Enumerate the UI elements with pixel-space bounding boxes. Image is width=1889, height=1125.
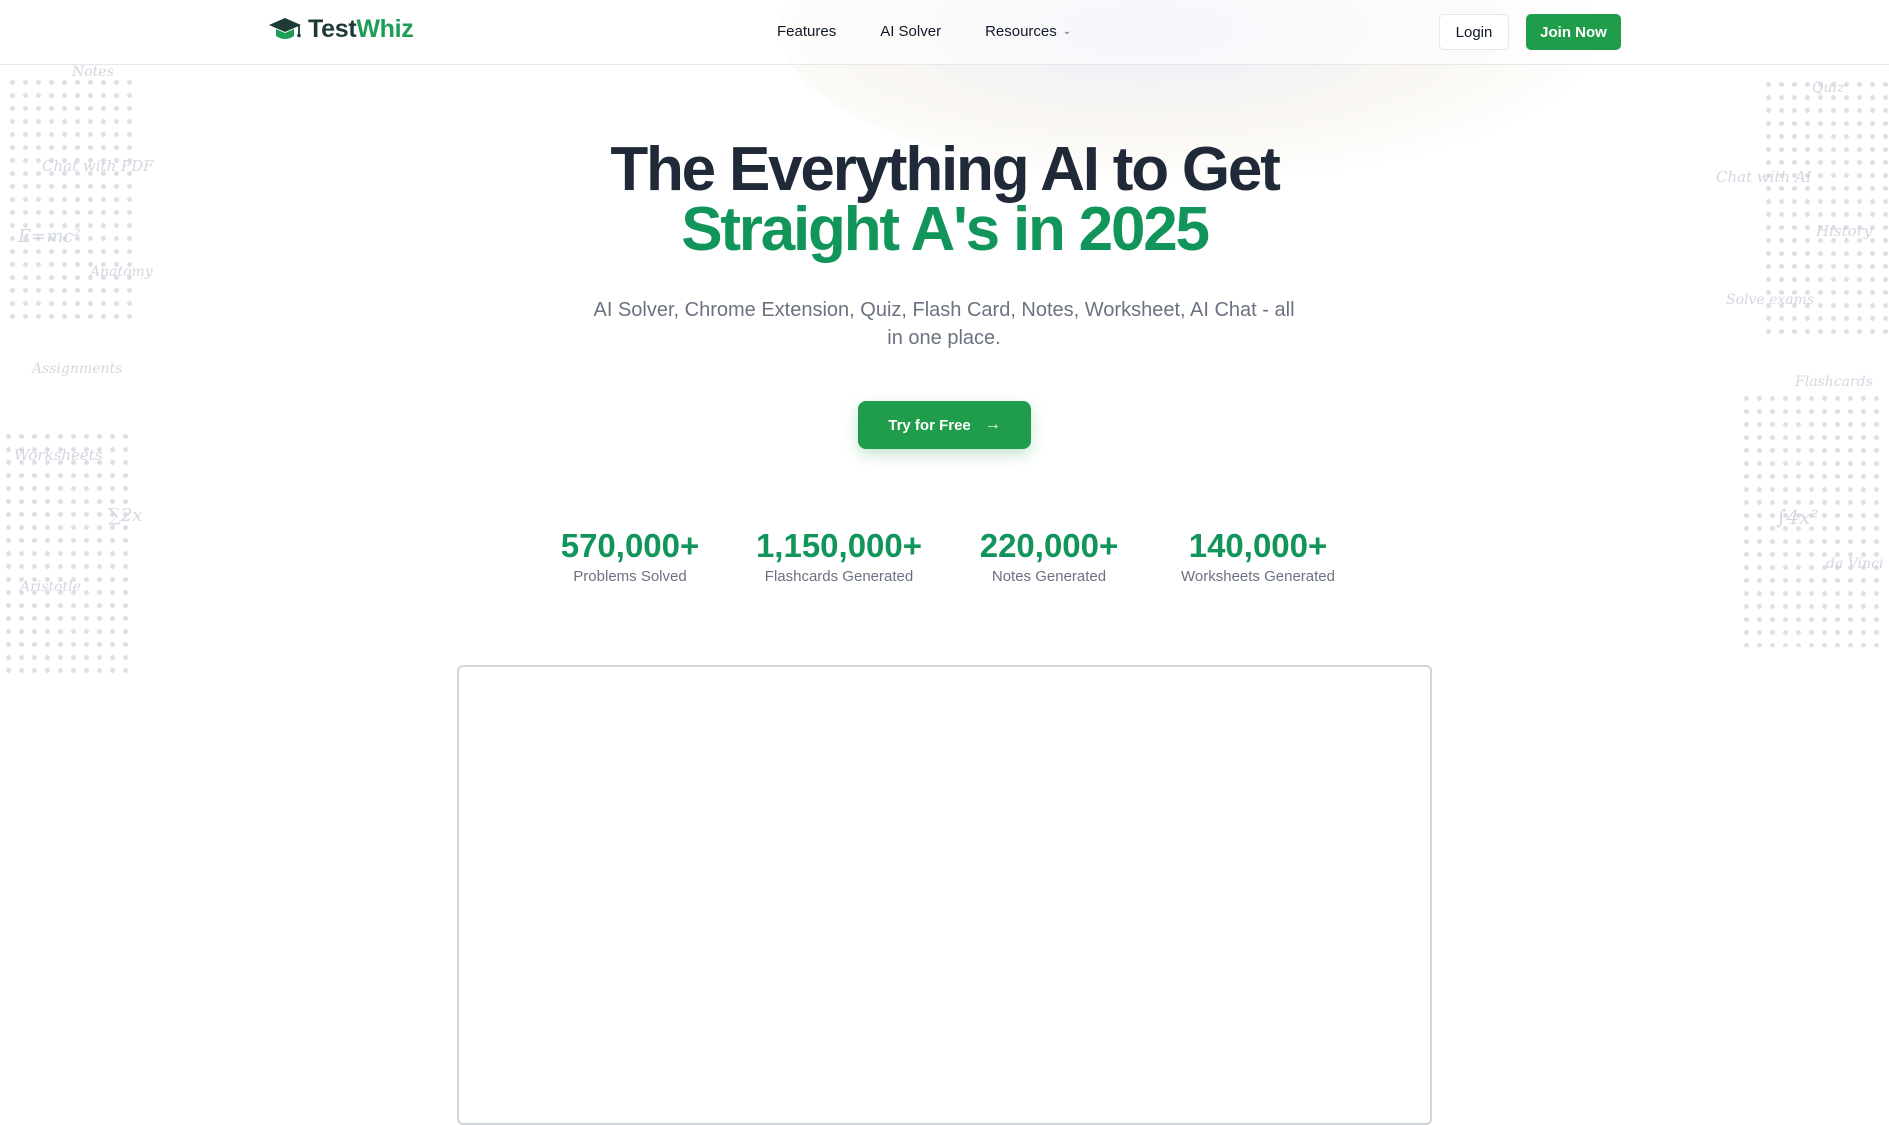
doodle-flashcards: Flashcards — [1795, 374, 1873, 390]
stat-label: Problems Solved — [573, 568, 687, 585]
nav-link-ai-solver[interactable]: AI Solver — [880, 23, 941, 40]
hero-title-line2: Straight A's in 2025 — [681, 195, 1210, 264]
cta-label: Try for Free — [888, 416, 971, 434]
doodle-worksheets: Worksheets — [14, 446, 103, 464]
stat-value: 140,000+ — [1188, 527, 1328, 564]
doodle-solve-exams: Solve exams — [1726, 292, 1815, 308]
stat-value: 220,000+ — [979, 527, 1119, 564]
doodle-sum: ∑2x — [108, 505, 143, 526]
try-for-free-button[interactable]: Try for Free → — [858, 401, 1031, 449]
brand-name-whiz: Whiz — [356, 14, 414, 43]
nav-link-label: Resources — [985, 23, 1057, 40]
brand-name-test: Test — [308, 14, 357, 43]
doodle-quiz: Quiz — [1812, 80, 1845, 96]
hero-title: The Everything AI to Get Straight A's in… — [0, 135, 1889, 264]
brand-name: TestWhiz — [308, 14, 414, 44]
dot-pattern-right-bottom — [1740, 392, 1880, 647]
brand-logo[interactable]: TestWhiz — [268, 14, 414, 44]
doodle-notes: Notes — [72, 64, 114, 80]
chevron-down-icon: ⌄ — [1062, 25, 1072, 37]
login-button[interactable]: Login — [1439, 14, 1509, 50]
doodle-da-vinci: da Vinci — [1826, 556, 1884, 572]
stat-worksheets-generated: 140,000+ Worksheets Generated — [1158, 526, 1358, 587]
join-now-button[interactable]: Join Now — [1526, 14, 1621, 50]
doodle-integral: ∫4x² — [1776, 505, 1819, 529]
nav-link-label: Features — [777, 23, 837, 40]
stat-label: Notes Generated — [991, 568, 1107, 585]
dot-pattern-left-bottom — [2, 430, 128, 680]
nav-link-features[interactable]: Features — [777, 23, 836, 40]
graduation-cap-icon — [268, 14, 302, 44]
nav-link-label: AI Solver — [880, 23, 942, 40]
doodle-aristotle: Aristotle — [20, 579, 81, 595]
hero-subtitle: AI Solver, Chrome Extension, Quiz, Flash… — [593, 299, 1295, 349]
doodle-anatomy: Anatomy — [90, 264, 153, 280]
stat-notes-generated: 220,000+ Notes Generated — [949, 526, 1149, 587]
nav-dropdown-resources[interactable]: Resources ⌄ — [985, 23, 1071, 40]
stat-value: 570,000+ — [560, 527, 700, 564]
arrow-right-icon: → — [984, 416, 1001, 433]
stat-flashcards-generated: 1,150,000+ Flashcards Generated — [739, 526, 939, 587]
stat-problems-solved: 570,000+ Problems Solved — [530, 526, 730, 587]
top-navbar: TestWhiz Features AI Solver Resources ⌄ … — [0, 0, 1889, 65]
stat-value: 1,150,000+ — [755, 527, 923, 564]
stat-label: Worksheets Generated — [1181, 568, 1335, 585]
product-preview-frame — [457, 665, 1432, 1125]
main-nav: Features AI Solver Resources ⌄ — [777, 23, 1071, 40]
stat-label: Flashcards Generated — [764, 568, 914, 585]
hero-title-line1: The Everything AI to Get — [610, 135, 1281, 204]
doodle-assignments: Assignments — [32, 361, 123, 377]
